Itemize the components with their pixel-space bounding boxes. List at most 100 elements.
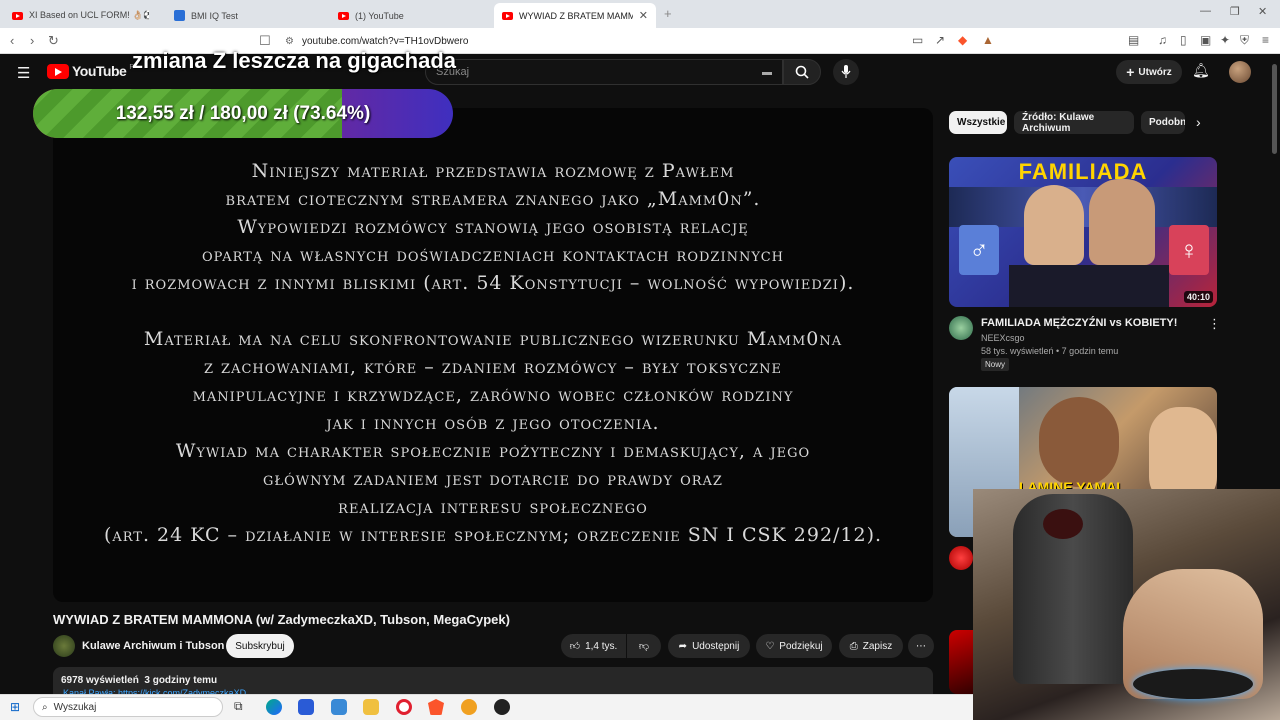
person-suits bbox=[1009, 265, 1169, 307]
video-duration: 40:10 bbox=[1183, 291, 1213, 303]
cast-icon[interactable]: ▭ bbox=[912, 33, 923, 47]
chip-source[interactable]: Źródło: Kulawe Archiwum bbox=[1014, 111, 1134, 134]
share-button[interactable]: ➦ Udostępnij bbox=[668, 634, 750, 658]
rewards-icon[interactable]: ▲ bbox=[982, 33, 994, 47]
browser-tab-active[interactable]: WYWIAD Z BRATEM MAMMONA ✕ bbox=[494, 3, 656, 28]
forward-icon[interactable]: › bbox=[30, 33, 34, 48]
tab-title: BMI IQ Test bbox=[191, 10, 238, 21]
browser-tab-bar: XI Based on UCL FORM! 👌🏼⚽ #fc26 BMI IQ T… bbox=[0, 0, 1280, 28]
sidebar-channel[interactable]: NEEXcsgo bbox=[981, 333, 1025, 343]
plus-icon: + bbox=[1126, 64, 1135, 80]
notifications-bell-icon[interactable]: 🔔︎ bbox=[1192, 62, 1210, 79]
scrollbar-thumb[interactable] bbox=[1272, 64, 1277, 154]
video-text-line: Wywiad ma charakter społecznie pożyteczn… bbox=[175, 440, 811, 462]
channel-avatar[interactable] bbox=[53, 635, 75, 657]
music-icon[interactable]: ♫ bbox=[1158, 33, 1167, 47]
share-icon[interactable]: ↗ bbox=[935, 33, 945, 47]
person-face bbox=[1024, 185, 1084, 265]
wallet-icon[interactable]: ▣ bbox=[1200, 33, 1211, 47]
chevron-right-icon[interactable]: › bbox=[1196, 114, 1201, 130]
search-input[interactable]: Szukaj ▬ bbox=[425, 59, 783, 85]
windows-start-icon[interactable]: ⊞ bbox=[10, 700, 20, 714]
thumbnail-person-center bbox=[1039, 397, 1119, 487]
save-label: Zapisz bbox=[862, 640, 893, 652]
save-button[interactable]: ⎙ Zapisz bbox=[839, 634, 903, 658]
more-vertical-icon[interactable]: ⋮ bbox=[1208, 316, 1221, 332]
browser-tab-2[interactable]: BMI IQ Test bbox=[166, 3, 326, 28]
female-symbol-icon: ♀ bbox=[1169, 225, 1209, 275]
video-player[interactable]: Niniejszy materiał przedstawia rozmowę z… bbox=[53, 108, 933, 602]
menu-icon[interactable]: ≡ bbox=[1262, 33, 1269, 47]
tab-title: WYWIAD Z BRATEM MAMMONA bbox=[519, 10, 633, 21]
subscribe-button[interactable]: Subskrybuj bbox=[226, 634, 294, 658]
youtube-logo[interactable]: YouTube PL bbox=[47, 63, 138, 79]
video-thumbnail[interactable] bbox=[949, 630, 973, 694]
reload-icon[interactable]: ↻ bbox=[48, 33, 59, 49]
dislike-button[interactable]: 👎︎ bbox=[627, 634, 661, 658]
person-face bbox=[1089, 179, 1155, 265]
search-button[interactable] bbox=[783, 59, 821, 85]
video-text-line: i rozmowach z innymi bliskimi (art. 54 K… bbox=[131, 272, 855, 294]
like-count: 1,4 tys. bbox=[585, 640, 618, 652]
video-text-line: manipulacyjne i krzywdzące, zarówno wobe… bbox=[192, 384, 794, 406]
reader-icon[interactable]: ▤ bbox=[1128, 33, 1139, 47]
new-badge: Nowy bbox=[981, 358, 1010, 371]
file-explorer-icon[interactable] bbox=[363, 699, 379, 715]
thumbnail-text: FAMILIADA bbox=[1018, 159, 1148, 184]
browser-tab-3[interactable]: (1) YouTube bbox=[330, 3, 490, 28]
bookmark-save-icon: ⎙ bbox=[849, 640, 858, 652]
channel-name[interactable]: Kulawe Archiwum i Tubson bbox=[82, 640, 224, 652]
video-text-line: z zachowaniami, które – zdaniem rozmówcy… bbox=[203, 356, 783, 378]
browser-tab-1[interactable]: XI Based on UCL FORM! 👌🏼⚽ #fc26 bbox=[4, 3, 164, 28]
share-arrow-icon: ➦ bbox=[678, 640, 688, 652]
edge-icon[interactable] bbox=[266, 699, 282, 715]
mail-icon[interactable] bbox=[331, 699, 347, 715]
chip-all[interactable]: Wszystkie bbox=[949, 111, 1007, 134]
sidebar-icon[interactable]: ▯ bbox=[1180, 33, 1187, 47]
chrome-icon[interactable] bbox=[461, 699, 477, 715]
close-icon[interactable]: ✕ bbox=[639, 9, 648, 22]
vpn-icon[interactable]: ⛨ bbox=[1240, 33, 1249, 48]
brave-shield-icon[interactable]: ◆ bbox=[958, 33, 967, 47]
video-text-line: (art. 24 KC – działanie w interesie społ… bbox=[103, 524, 883, 546]
thanks-button[interactable]: ♡ Podziękuj bbox=[756, 634, 832, 658]
video-thumbnail[interactable]: FAMILIADA ♂ ♀ 40:10 bbox=[949, 157, 1217, 307]
video-text-line: Niniejszy materiał przedstawia rozmowę z… bbox=[251, 160, 735, 182]
avatar[interactable] bbox=[1229, 61, 1251, 83]
search-icon bbox=[795, 65, 809, 79]
taskbar-search-input[interactable]: ⌕ Wyszukaj bbox=[33, 697, 223, 717]
logo-text: YouTube bbox=[72, 63, 127, 79]
create-label: Utwórz bbox=[1138, 66, 1172, 78]
new-tab-icon[interactable]: + bbox=[664, 6, 672, 21]
share-label: Udostępnij bbox=[692, 640, 740, 652]
male-symbol-icon: ♂ bbox=[959, 225, 999, 275]
thanks-label: Podziękuj bbox=[779, 640, 823, 652]
store-icon[interactable] bbox=[298, 699, 314, 715]
youtube-play-icon bbox=[47, 63, 69, 79]
tab-title: XI Based on UCL FORM! 👌🏼⚽ #fc26 bbox=[29, 10, 149, 20]
voice-search-button[interactable] bbox=[833, 59, 859, 85]
thumbs-down-icon: 👎︎ bbox=[638, 641, 650, 652]
opera-icon[interactable] bbox=[396, 699, 412, 715]
close-window-icon[interactable]: ✕ bbox=[1258, 5, 1267, 18]
back-icon[interactable]: ‹ bbox=[10, 33, 14, 48]
like-button[interactable]: 👍︎ 1,4 tys. bbox=[561, 634, 626, 658]
app-icon[interactable] bbox=[494, 699, 510, 715]
sidebar-meta: 58 tys. wyświetleń • 7 godzin temu bbox=[981, 346, 1119, 356]
restore-icon[interactable]: ❐ bbox=[1230, 5, 1240, 18]
bookmark-icon[interactable]: ☐ bbox=[259, 33, 271, 49]
site-info-icon[interactable]: ⚙ bbox=[285, 36, 294, 47]
create-button[interactable]: + Utwórz bbox=[1116, 60, 1182, 84]
more-actions-button[interactable]: ⋯ bbox=[908, 634, 934, 658]
ai-icon[interactable]: ✦ bbox=[1220, 33, 1230, 47]
channel-avatar[interactable] bbox=[949, 316, 973, 340]
heart-dollar-icon: ♡ bbox=[765, 640, 775, 652]
keyboard-icon[interactable]: ▬ bbox=[762, 67, 772, 78]
task-view-icon[interactable]: ⧉ bbox=[234, 699, 243, 714]
hamburger-menu-icon[interactable]: ☰ bbox=[17, 64, 30, 82]
minimize-icon[interactable]: — bbox=[1200, 5, 1211, 17]
channel-avatar[interactable] bbox=[949, 546, 973, 570]
chip-related[interactable]: Podobne bbox=[1141, 111, 1185, 134]
video-text-line: jak i innych osób z jego otoczenia. bbox=[326, 412, 660, 434]
sidebar-video-title[interactable]: FAMILIADA MĘŻCZYŹNI vs KOBIETY! bbox=[981, 317, 1177, 329]
